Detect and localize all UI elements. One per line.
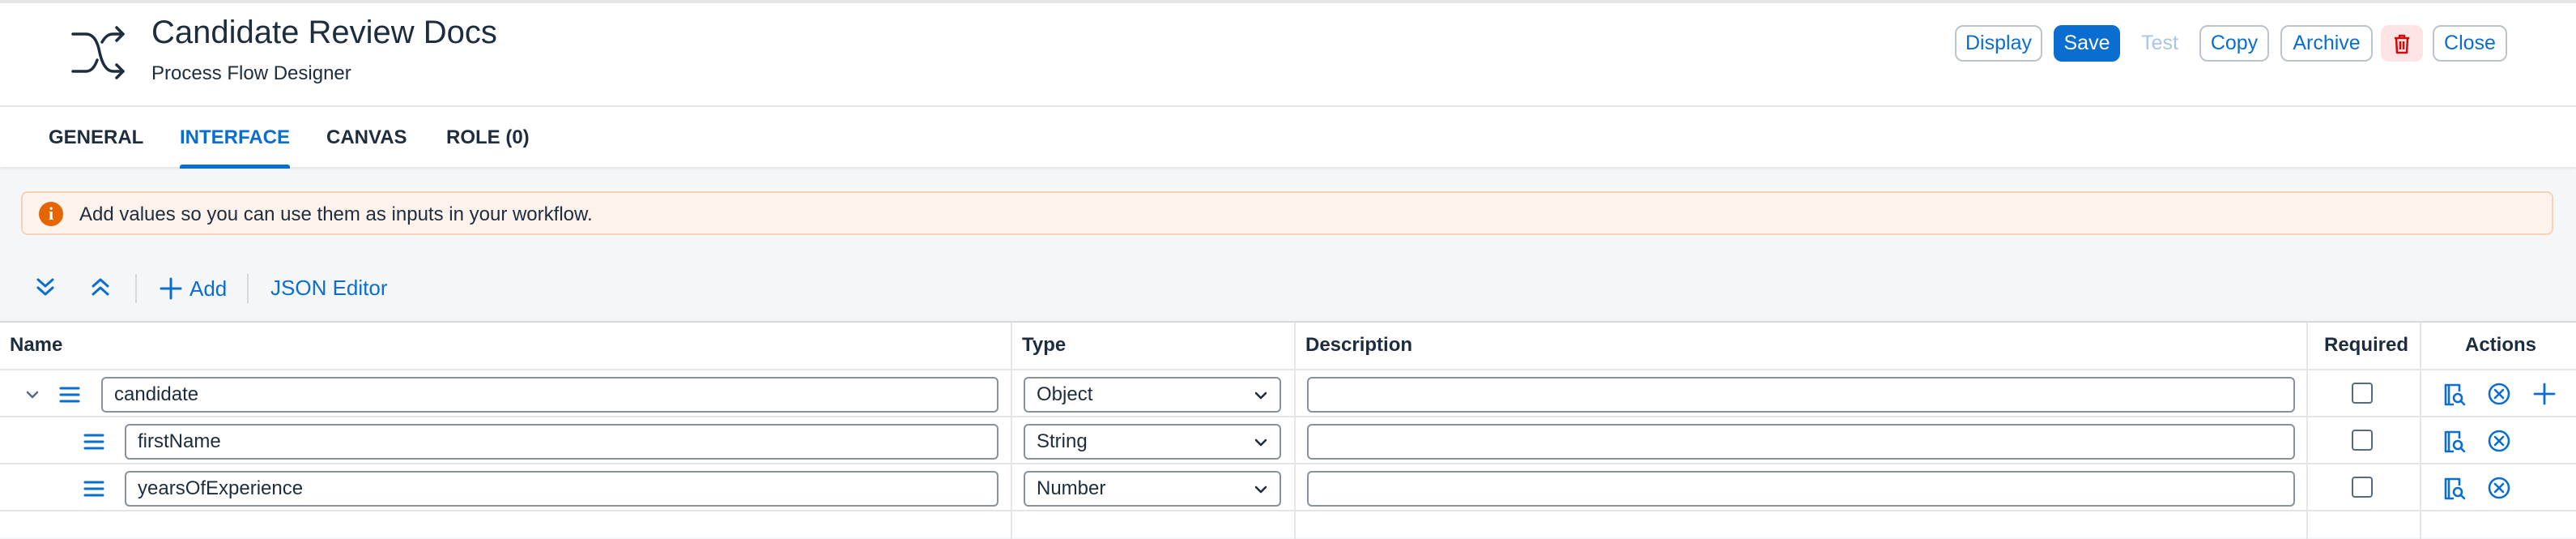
tab-label: GENERAL bbox=[49, 126, 144, 148]
column-separator bbox=[2306, 323, 2308, 539]
drag-handle-icon[interactable] bbox=[83, 479, 105, 498]
plus-icon bbox=[160, 277, 182, 300]
remove-icon[interactable] bbox=[2486, 428, 2512, 454]
close-button[interactable]: Close bbox=[2433, 25, 2507, 62]
type-select-value: Number bbox=[1037, 477, 1106, 499]
remove-icon[interactable] bbox=[2486, 475, 2512, 501]
tab-bar: GENERAL INTERFACE CANVAS ROLE (0) bbox=[0, 105, 2576, 169]
double-chevron-up-icon[interactable] bbox=[84, 271, 117, 303]
row-divider bbox=[0, 369, 2576, 370]
tab-label: INTERFACE bbox=[180, 126, 291, 148]
toolbar-separator bbox=[135, 274, 137, 303]
tab-general[interactable]: GENERAL bbox=[49, 107, 143, 169]
column-header-description[interactable]: Description bbox=[1305, 334, 1412, 357]
required-checkbox[interactable] bbox=[2352, 430, 2373, 451]
remove-icon[interactable] bbox=[2486, 381, 2512, 407]
description-input[interactable] bbox=[1307, 471, 2295, 507]
column-header-required[interactable]: Required bbox=[2324, 334, 2408, 357]
name-input[interactable]: candidate bbox=[101, 377, 998, 413]
trash-icon bbox=[2395, 34, 2409, 53]
copy-button[interactable]: Copy bbox=[2199, 25, 2269, 62]
column-separator bbox=[1011, 323, 1012, 539]
add-button[interactable]: Add bbox=[159, 271, 227, 306]
description-input[interactable] bbox=[1307, 424, 2295, 460]
tab-label: ROLE (0) bbox=[446, 126, 530, 148]
double-chevron-down-icon[interactable] bbox=[29, 271, 62, 303]
add-button-label: Add bbox=[189, 276, 228, 301]
page-subtitle: Process Flow Designer bbox=[151, 62, 351, 84]
description-input[interactable] bbox=[1307, 377, 2295, 413]
column-header-type[interactable]: Type bbox=[1022, 334, 1066, 357]
required-checkbox[interactable] bbox=[2352, 477, 2373, 498]
chevron-down-icon bbox=[1254, 391, 1267, 400]
page-title: Candidate Review Docs bbox=[151, 15, 497, 50]
json-editor-button[interactable]: JSON Editor bbox=[270, 276, 388, 301]
type-select[interactable]: String bbox=[1024, 424, 1281, 460]
warning-message-strip: i Add values so you can use them as inpu… bbox=[21, 191, 2553, 235]
required-checkbox[interactable] bbox=[2352, 383, 2373, 404]
type-select[interactable]: Object bbox=[1024, 377, 1281, 413]
details-icon[interactable] bbox=[2441, 428, 2467, 454]
name-input[interactable]: yearsOfExperience bbox=[125, 471, 998, 507]
add-child-icon[interactable] bbox=[2531, 381, 2557, 407]
column-separator bbox=[2420, 323, 2421, 539]
column-header-name[interactable]: Name bbox=[10, 334, 62, 357]
shuffle-icon bbox=[71, 26, 125, 79]
info-icon: i bbox=[39, 202, 63, 226]
details-icon[interactable] bbox=[2441, 381, 2467, 407]
details-icon[interactable] bbox=[2441, 475, 2467, 501]
interface-table: Name Type Description Required Actions c… bbox=[0, 321, 2576, 539]
column-separator bbox=[1294, 323, 1296, 539]
row-divider bbox=[0, 416, 2576, 417]
save-button[interactable]: Save bbox=[2054, 25, 2120, 62]
chevron-down-icon bbox=[1254, 486, 1267, 494]
delete-button[interactable] bbox=[2381, 25, 2423, 62]
chevron-down-icon[interactable] bbox=[23, 386, 41, 404]
toolbar-separator bbox=[247, 274, 249, 303]
column-header-actions: Actions bbox=[2465, 334, 2537, 356]
tab-label: CANVAS bbox=[326, 126, 407, 148]
test-button[interactable]: Test bbox=[2131, 25, 2188, 62]
tab-role[interactable]: ROLE (0) bbox=[446, 107, 530, 169]
message-text: Add values so you can use them as inputs… bbox=[79, 203, 593, 225]
row-divider bbox=[0, 510, 2576, 511]
display-button[interactable]: Display bbox=[1955, 25, 2042, 62]
archive-button[interactable]: Archive bbox=[2280, 25, 2373, 62]
type-select[interactable]: Number bbox=[1024, 471, 1281, 507]
page-header: Candidate Review Docs Process Flow Desig… bbox=[0, 0, 2576, 105]
drag-handle-icon[interactable] bbox=[58, 385, 81, 404]
row-divider bbox=[0, 463, 2576, 464]
chevron-down-icon bbox=[1254, 438, 1267, 447]
tab-interface[interactable]: INTERFACE bbox=[180, 107, 291, 169]
tab-canvas[interactable]: CANVAS bbox=[326, 107, 407, 169]
type-select-value: Object bbox=[1037, 383, 1093, 405]
type-select-value: String bbox=[1037, 430, 1088, 452]
name-input[interactable]: firstName bbox=[125, 424, 998, 460]
drag-handle-icon[interactable] bbox=[83, 432, 105, 451]
table-toolbar: Add JSON Editor bbox=[0, 259, 2576, 318]
